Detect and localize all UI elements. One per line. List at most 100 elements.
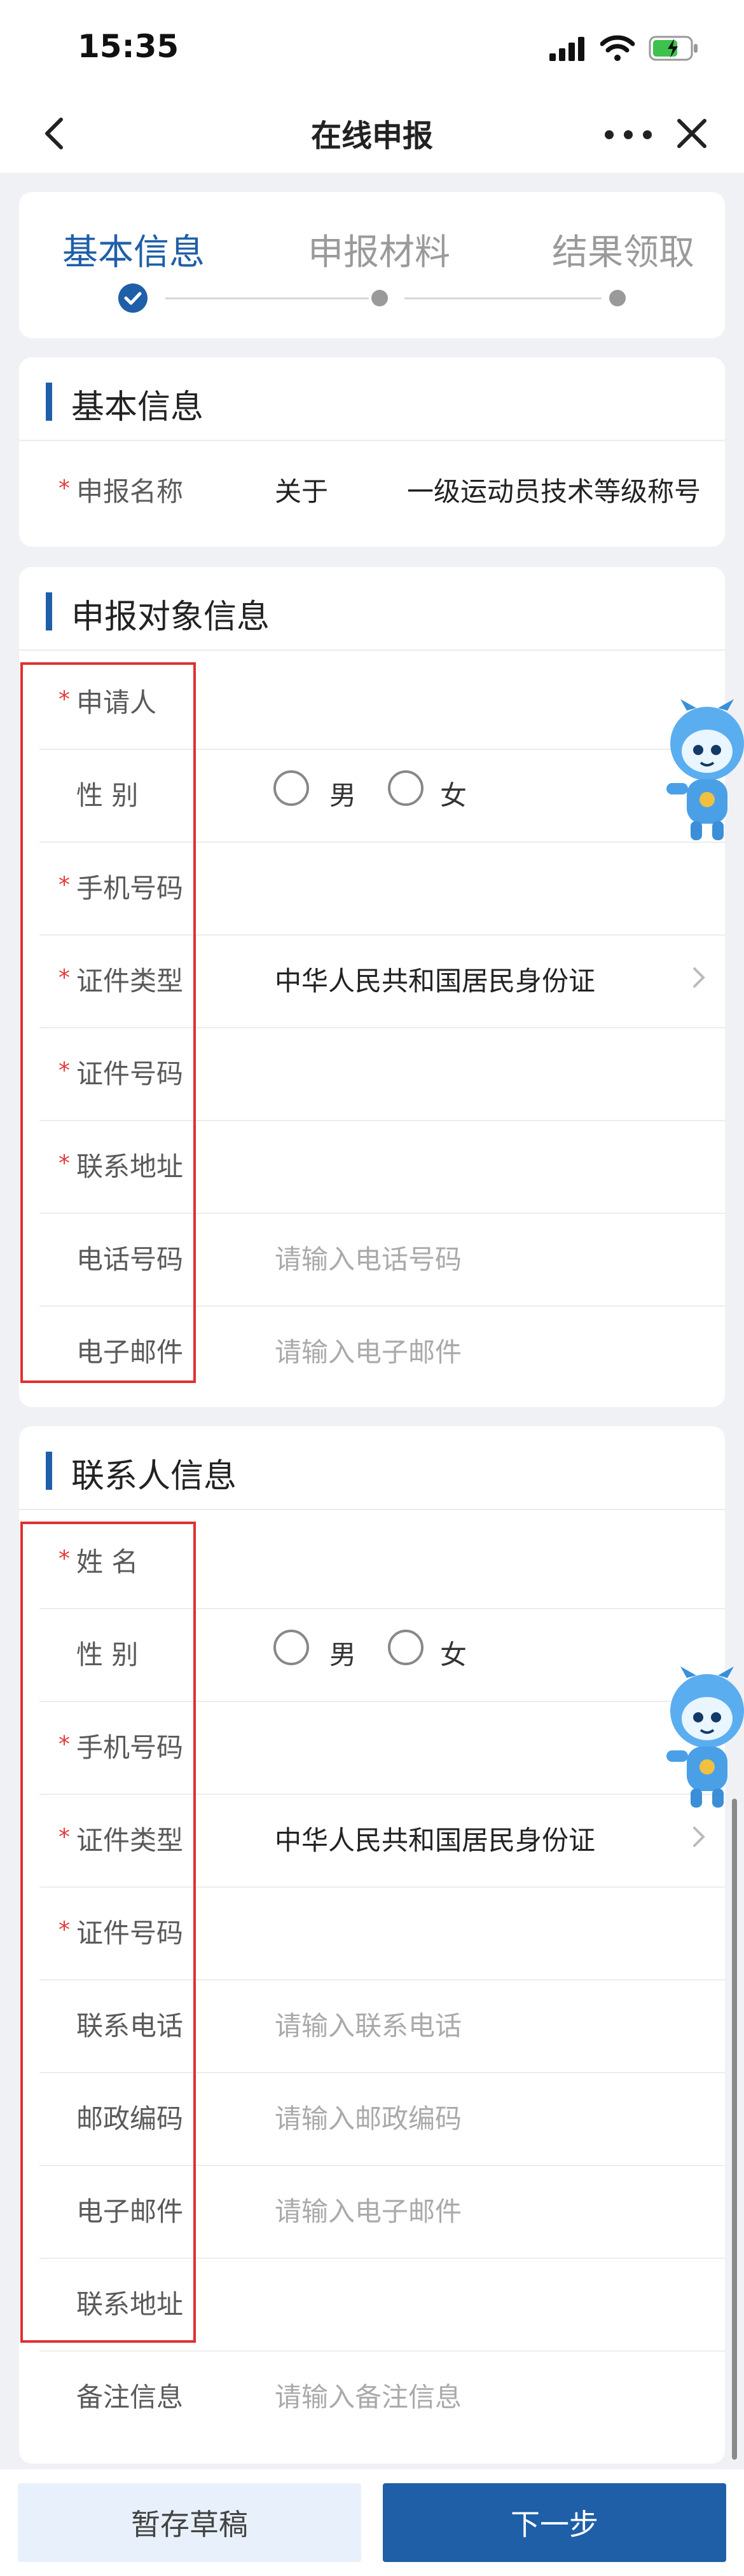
close-icon[interactable]: [673, 114, 711, 153]
applicant-info-card: 申报对象信息 * 申请人 性 别 男 女 * 手机号码 * 证件类型 中华人民共…: [19, 567, 725, 1407]
section-header: 基本信息: [19, 357, 725, 441]
field-label: 证件号码: [76, 1918, 184, 1949]
section-header: 联系人信息: [19, 1426, 725, 1510]
chevron-right-icon: [693, 1827, 705, 1847]
id-type-value: 中华人民共和国居民身份证: [275, 965, 596, 997]
applicant-email-field[interactable]: 电子邮件 请输入电子邮件: [39, 1305, 725, 1398]
field-label: 证件类型: [76, 965, 184, 997]
required-mark: *: [59, 475, 70, 501]
field-label: 证件号码: [76, 1058, 184, 1089]
gender-male-radio[interactable]: [273, 770, 309, 806]
id-type-value: 中华人民共和国居民身份证: [275, 1825, 596, 1856]
field-label: 申报名称: [76, 476, 184, 507]
required-mark: *: [59, 1546, 70, 1572]
step-connector: [404, 297, 602, 299]
contact-info-card: 联系人信息 * 姓 名 性 别 男 女 * 手机号码 * 证件类型 中华人民共和…: [19, 1426, 725, 2464]
applicant-mobile-field[interactable]: * 手机号码: [39, 842, 725, 936]
email-placeholder: 请输入电子邮件: [275, 2196, 462, 2227]
required-mark: *: [59, 1150, 70, 1176]
required-mark: *: [59, 1824, 70, 1850]
field-label: 联系地址: [76, 1151, 184, 1182]
basic-info-card: 基本信息 * 申报名称 关于 一级运动员技术等级称号: [19, 357, 725, 547]
field-label: 邮政编码: [76, 2103, 184, 2134]
email-placeholder: 请输入电子邮件: [275, 1337, 462, 1368]
gender-male-radio[interactable]: [273, 1630, 309, 1665]
contact-postcode-field[interactable]: 邮政编码 请输入邮政编码: [39, 2072, 725, 2166]
status-icons: [549, 33, 699, 64]
contact-address-field[interactable]: 联系地址: [39, 2258, 725, 2352]
required-mark: *: [59, 1917, 70, 1943]
mascot-icon[interactable]: [661, 699, 744, 845]
field-label: 性 别: [76, 780, 139, 811]
section-accent-bar: [46, 1452, 52, 1490]
tel-placeholder: 请输入联系电话: [275, 2010, 462, 2041]
step-done-check-icon: [118, 283, 148, 313]
gender-female-label[interactable]: 女: [440, 1633, 467, 1672]
gender-female-radio[interactable]: [388, 1630, 424, 1665]
contact-mobile-field[interactable]: * 手机号码: [39, 1701, 725, 1795]
step-pending-dot: [609, 290, 626, 306]
required-mark: *: [59, 686, 70, 712]
contact-remark-field[interactable]: 备注信息 请输入备注信息: [39, 2350, 725, 2443]
save-draft-button[interactable]: 暂存草稿: [18, 2483, 361, 2562]
mascot-icon[interactable]: [661, 1666, 744, 1813]
step-connector: [165, 297, 369, 299]
phone-placeholder: 请输入电话号码: [275, 1244, 462, 1275]
gender-female-label[interactable]: 女: [440, 774, 467, 813]
field-label: 证件类型: [76, 1825, 184, 1856]
applicant-id-number-field[interactable]: * 证件号码: [39, 1027, 725, 1121]
field-label: 申请人: [76, 687, 157, 718]
section-title: 申报对象信息: [71, 598, 270, 636]
field-label: 联系地址: [76, 2289, 184, 2320]
step-materials[interactable]: 申报材料: [308, 224, 450, 275]
applicant-id-type-select[interactable]: * 证件类型 中华人民共和国居民身份证: [39, 934, 725, 1028]
remark-placeholder: 请输入备注信息: [275, 2382, 462, 2413]
progress-steps: 基本信息 申报材料 结果领取: [19, 192, 725, 338]
section-accent-bar: [46, 383, 52, 421]
required-mark: *: [59, 1058, 70, 1084]
section-title: 基本信息: [71, 388, 204, 426]
step-basic-info[interactable]: 基本信息: [62, 224, 205, 275]
bottom-action-bar: 暂存草稿 下一步: [0, 2469, 744, 2576]
required-mark: *: [59, 872, 70, 898]
contact-name-field[interactable]: * 姓 名: [39, 1515, 725, 1609]
section-header: 申报对象信息: [19, 567, 725, 651]
declare-name-value: 一级运动员技术等级称号: [407, 476, 701, 507]
field-label: 手机号码: [76, 873, 184, 904]
nav-bar: 在线申报: [0, 95, 744, 173]
gender-male-label[interactable]: 男: [329, 1633, 356, 1672]
status-time: 15:35: [78, 28, 179, 65]
required-mark: *: [59, 965, 70, 991]
field-label: 联系电话: [76, 2010, 184, 2041]
contact-id-type-select[interactable]: * 证件类型 中华人民共和国居民身份证: [39, 1794, 725, 1888]
section-title: 联系人信息: [71, 1457, 237, 1496]
field-label: 电子邮件: [76, 1337, 184, 1368]
applicant-address-field[interactable]: * 联系地址: [39, 1120, 725, 1214]
contact-id-number-field[interactable]: * 证件号码: [39, 1886, 725, 1980]
step-result[interactable]: 结果领取: [552, 224, 694, 275]
required-mark: *: [59, 1731, 70, 1757]
postcode-placeholder: 请输入邮政编码: [275, 2103, 462, 2134]
battery-icon: [649, 36, 698, 61]
wifi-icon: [600, 35, 635, 61]
field-label: 性 别: [76, 1639, 139, 1670]
applicant-gender-field: 性 别 男 女: [39, 749, 725, 843]
field-label: 姓 名: [76, 1546, 139, 1578]
contact-email-field[interactable]: 电子邮件 请输入电子邮件: [39, 2165, 725, 2259]
scrollbar[interactable]: [732, 1799, 737, 2460]
more-dots-icon[interactable]: [603, 130, 654, 140]
field-label: 手机号码: [76, 1732, 184, 1763]
gender-female-radio[interactable]: [388, 770, 424, 806]
section-accent-bar: [46, 592, 52, 630]
declare-name-row: * 申报名称 关于 一级运动员技术等级称号: [39, 445, 725, 538]
signal-icon: [549, 37, 584, 61]
applicant-name-field[interactable]: * 申请人: [39, 656, 725, 750]
step-pending-dot: [371, 290, 388, 306]
next-step-button[interactable]: 下一步: [383, 2483, 726, 2562]
applicant-phone-field[interactable]: 电话号码 请输入电话号码: [39, 1213, 725, 1307]
contact-tel-field[interactable]: 联系电话 请输入联系电话: [39, 1979, 725, 2073]
status-bar: 15:35: [0, 0, 744, 95]
chevron-right-icon: [693, 967, 705, 988]
contact-gender-field: 性 别 男 女: [39, 1608, 725, 1702]
gender-male-label[interactable]: 男: [329, 774, 356, 813]
